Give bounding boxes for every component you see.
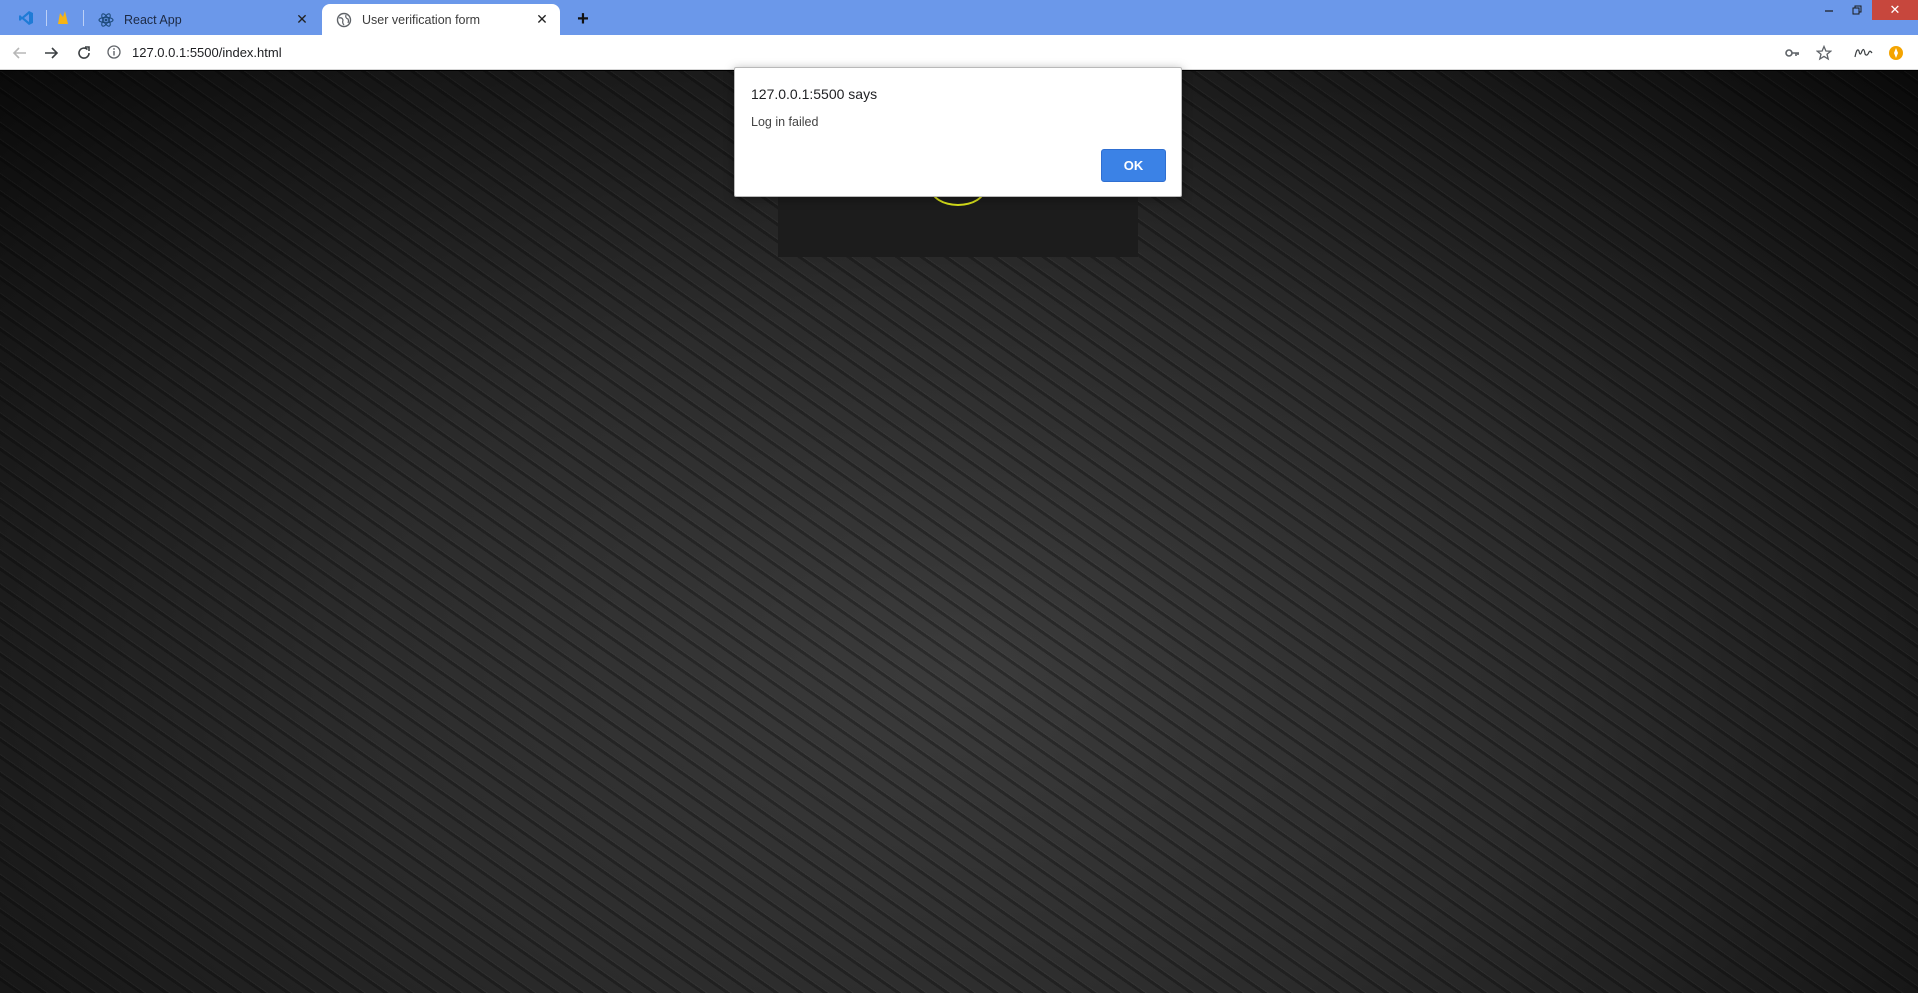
flame-icon [58,11,68,24]
plus-icon[interactable]: + [570,6,596,32]
address-bar[interactable]: 127.0.0.1:5500/index.html [106,39,1806,65]
browser-toolbar: 127.0.0.1:5500/index.html [0,35,1918,70]
profile-icon[interactable] [1850,40,1876,66]
back-icon[interactable] [7,40,33,66]
tab-user-verification-form[interactable]: User verification form ✕ [322,4,560,35]
close-icon[interactable]: ✕ [294,11,310,28]
pinned-tab-vscode[interactable] [6,4,46,32]
react-icon [98,12,114,28]
restore-icon[interactable] [1840,0,1874,20]
ok-button[interactable]: OK [1101,149,1166,182]
alert-message: Log in failed [751,115,819,129]
forward-icon[interactable] [38,40,64,66]
globe-icon [336,12,352,28]
alert-dialog: 127.0.0.1:5500 says Log in failed OK [734,67,1182,197]
alert-title: 127.0.0.1:5500 says [751,86,878,102]
address-text: 127.0.0.1:5500/index.html [132,44,282,60]
tab-strip: React App ✕ User verification form ✕ + ✕ [0,0,1918,35]
close-icon[interactable]: ✕ [534,11,550,28]
reload-icon[interactable] [71,40,97,66]
window-close-icon[interactable]: ✕ [1872,0,1918,20]
vscode-icon [19,11,33,25]
tab-label: User verification form [362,12,481,27]
extension-icon[interactable] [1883,40,1909,66]
pinned-tab-flame[interactable] [43,4,83,32]
info-icon[interactable] [106,44,122,60]
tab-react-app[interactable]: React App ✕ [84,4,320,35]
tab-label: React App [124,12,182,27]
key-icon[interactable] [1779,40,1805,66]
star-icon[interactable] [1811,40,1837,66]
